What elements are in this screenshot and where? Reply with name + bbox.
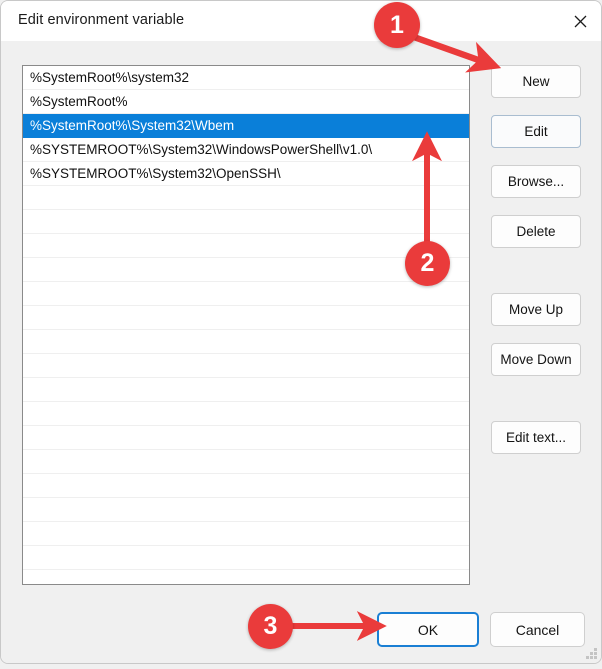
list-item-empty[interactable] xyxy=(23,282,469,306)
close-button[interactable] xyxy=(557,1,601,41)
list-item-empty[interactable] xyxy=(23,234,469,258)
list-item-empty[interactable] xyxy=(23,474,469,498)
list-item-empty[interactable] xyxy=(23,546,469,570)
close-icon xyxy=(574,15,587,28)
list-item[interactable]: %SystemRoot%\System32\Wbem xyxy=(23,114,469,138)
list-item-empty[interactable] xyxy=(23,330,469,354)
move-up-button[interactable]: Move Up xyxy=(491,293,581,326)
list-item[interactable]: %SystemRoot%\system32 xyxy=(23,66,469,90)
list-item-empty[interactable] xyxy=(23,498,469,522)
browse-button[interactable]: Browse... xyxy=(491,165,581,198)
window-title: Edit environment variable xyxy=(18,12,185,28)
title-bar: Edit environment variable xyxy=(1,1,601,41)
list-item[interactable]: %SYSTEMROOT%\System32\WindowsPowerShell\… xyxy=(23,138,469,162)
list-item-empty[interactable] xyxy=(23,522,469,546)
list-item-empty[interactable] xyxy=(23,306,469,330)
dialog-body: %SystemRoot%\system32 %SystemRoot% %System… xyxy=(1,41,601,663)
ok-button[interactable]: OK xyxy=(377,612,479,647)
edit-environment-variable-dialog: Edit environment variable %SystemRoot%\s… xyxy=(0,0,602,664)
edit-button[interactable]: Edit xyxy=(491,115,581,148)
list-item-empty[interactable] xyxy=(23,402,469,426)
new-button[interactable]: New xyxy=(491,65,581,98)
move-down-button[interactable]: Move Down xyxy=(491,343,581,376)
delete-button[interactable]: Delete xyxy=(491,215,581,248)
resize-grip-icon[interactable] xyxy=(584,646,599,661)
edit-text-button[interactable]: Edit text... xyxy=(491,421,581,454)
list-item[interactable]: %SystemRoot% xyxy=(23,90,469,114)
list-item[interactable]: %SYSTEMROOT%\System32\OpenSSH\ xyxy=(23,162,469,186)
list-item-empty[interactable] xyxy=(23,210,469,234)
path-list-box[interactable]: %SystemRoot%\system32 %SystemRoot% %System… xyxy=(22,65,470,585)
list-item-empty[interactable] xyxy=(23,354,469,378)
list-item-empty[interactable] xyxy=(23,186,469,210)
list-item-empty[interactable] xyxy=(23,450,469,474)
list-item-empty[interactable] xyxy=(23,426,469,450)
list-item-empty[interactable] xyxy=(23,258,469,282)
list-item-empty[interactable] xyxy=(23,378,469,402)
cancel-button[interactable]: Cancel xyxy=(490,612,585,647)
